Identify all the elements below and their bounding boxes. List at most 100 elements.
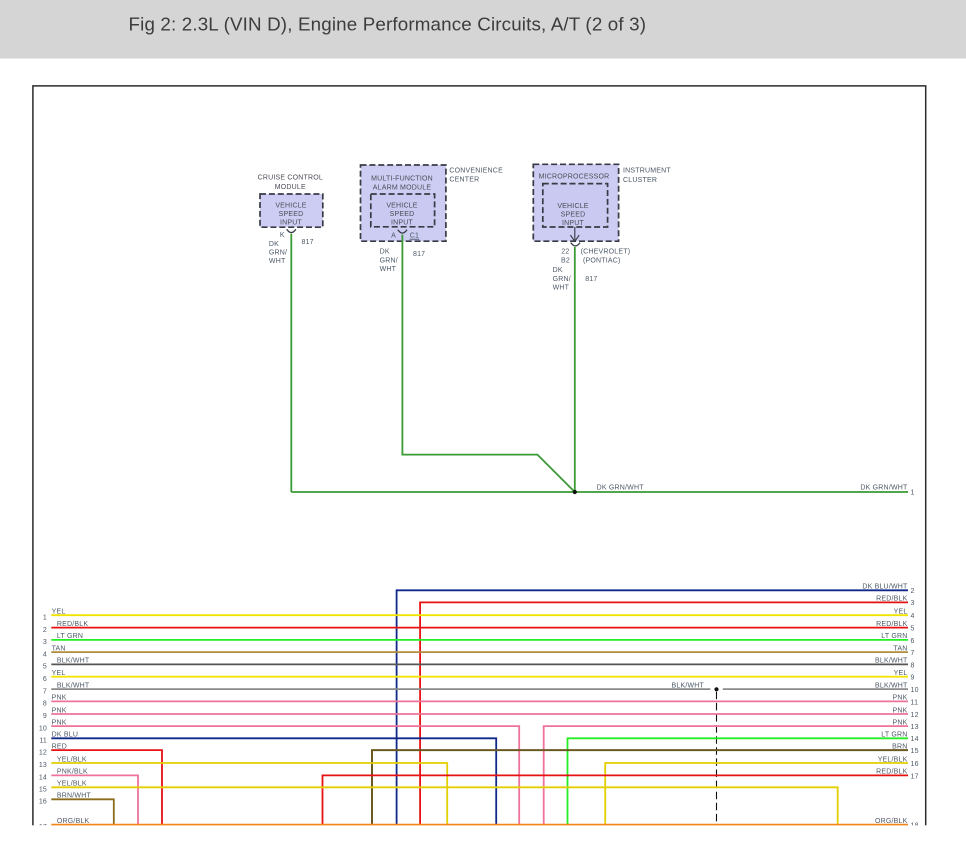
svg-text:PNK: PNK <box>52 707 67 714</box>
svg-text:RED: RED <box>52 743 67 750</box>
svg-text:BRN: BRN <box>892 743 907 750</box>
svg-text:LT GRN: LT GRN <box>881 633 907 640</box>
svg-text:LT GRN: LT GRN <box>881 732 907 739</box>
svg-text:4: 4 <box>911 613 915 620</box>
svg-text:BRN/WHT: BRN/WHT <box>57 793 92 800</box>
svg-text:SPEED: SPEED <box>390 211 415 218</box>
svg-text:MULTI-FUNCTION: MULTI-FUNCTION <box>371 176 433 183</box>
svg-text:PNK: PNK <box>52 719 67 726</box>
svg-text:BLK/WHT: BLK/WHT <box>875 658 908 665</box>
svg-text:DK: DK <box>380 249 390 256</box>
svg-text:VEHICLE: VEHICLE <box>275 203 306 210</box>
svg-text:16: 16 <box>39 799 47 806</box>
svg-text:BLK/WHT: BLK/WHT <box>672 683 705 690</box>
svg-text:CRUISE CONTROL: CRUISE CONTROL <box>258 175 323 182</box>
svg-text:7: 7 <box>911 650 915 657</box>
svg-text:GRN/: GRN/ <box>380 258 398 265</box>
svg-text:ORG/BLK: ORG/BLK <box>57 818 90 825</box>
svg-text:INPUT: INPUT <box>562 220 585 227</box>
svg-text:PNK: PNK <box>52 695 67 702</box>
svg-text:DK BLU: DK BLU <box>52 732 79 739</box>
svg-text:817: 817 <box>413 251 425 258</box>
svg-text:TAN: TAN <box>893 645 907 652</box>
svg-text:2: 2 <box>911 588 915 595</box>
svg-text:6: 6 <box>43 676 47 683</box>
svg-text:ALARM MODULE: ALARM MODULE <box>373 184 432 191</box>
svg-text:8: 8 <box>911 662 915 669</box>
svg-text:DK GRN/WHT: DK GRN/WHT <box>597 484 645 491</box>
svg-text:PNK: PNK <box>893 695 908 702</box>
svg-text:RED/BLK: RED/BLK <box>57 621 88 628</box>
svg-text:TAN: TAN <box>52 645 66 652</box>
svg-text:GRN/: GRN/ <box>269 249 287 256</box>
svg-text:13: 13 <box>911 724 919 731</box>
svg-text:B2: B2 <box>561 258 570 265</box>
svg-text:6: 6 <box>911 638 915 645</box>
svg-text:PNK: PNK <box>893 707 908 714</box>
svg-text:10: 10 <box>911 687 919 694</box>
svg-text:BLK/WHT: BLK/WHT <box>57 682 90 689</box>
svg-text:PNK/BLK: PNK/BLK <box>57 769 88 776</box>
svg-text:SPEED: SPEED <box>561 212 586 219</box>
svg-text:WHT: WHT <box>380 266 397 273</box>
svg-text:GRN/: GRN/ <box>553 276 571 283</box>
svg-text:INPUT: INPUT <box>391 220 414 227</box>
svg-text:YEL/BLK: YEL/BLK <box>57 756 87 763</box>
svg-text:22: 22 <box>561 249 569 256</box>
svg-text:11: 11 <box>911 699 919 706</box>
svg-text:CLUSTER: CLUSTER <box>623 177 657 184</box>
svg-text:1: 1 <box>43 614 47 621</box>
svg-text:3: 3 <box>43 639 47 646</box>
svg-text:RED/BLK: RED/BLK <box>876 769 907 776</box>
svg-text:A: A <box>391 233 396 240</box>
svg-text:817: 817 <box>585 276 597 283</box>
svg-text:LT GRN: LT GRN <box>57 633 83 640</box>
svg-text:4: 4 <box>43 651 47 658</box>
svg-text:15: 15 <box>911 748 919 755</box>
svg-text:VEHICLE: VEHICLE <box>386 203 417 210</box>
svg-text:5: 5 <box>43 664 47 671</box>
svg-text:7: 7 <box>43 688 47 695</box>
svg-text:1: 1 <box>911 489 915 496</box>
svg-text:YEL: YEL <box>894 670 908 677</box>
svg-text:8: 8 <box>43 701 47 708</box>
svg-text:INSTRUMENT: INSTRUMENT <box>623 168 671 175</box>
svg-text:12: 12 <box>911 712 919 719</box>
svg-text:ORG/BLK: ORG/BLK <box>875 818 908 825</box>
svg-text:YEL/BLK: YEL/BLK <box>57 781 87 788</box>
svg-text:BLK/WHT: BLK/WHT <box>875 682 908 689</box>
svg-text:11: 11 <box>39 738 47 745</box>
svg-text:14: 14 <box>39 775 47 782</box>
svg-text:MICROPROCESSOR: MICROPROCESSOR <box>539 173 610 180</box>
svg-text:(CHEVROLET): (CHEVROLET) <box>581 249 631 256</box>
svg-text:YEL: YEL <box>52 670 66 677</box>
svg-text:RED/BLK: RED/BLK <box>876 596 907 603</box>
svg-text:(PONTIAC): (PONTIAC) <box>583 258 621 265</box>
svg-text:9: 9 <box>911 675 915 682</box>
svg-text:MODULE: MODULE <box>275 184 306 191</box>
svg-text:K: K <box>280 232 285 239</box>
svg-text:RED/BLK: RED/BLK <box>876 621 907 628</box>
svg-text:YEL: YEL <box>52 609 66 616</box>
svg-text:WHT: WHT <box>269 258 286 265</box>
svg-text:13: 13 <box>39 762 47 769</box>
svg-text:12: 12 <box>39 749 47 756</box>
svg-text:10: 10 <box>39 725 47 732</box>
svg-text:2: 2 <box>43 627 47 634</box>
svg-text:DK GRN/WHT: DK GRN/WHT <box>860 484 908 491</box>
svg-text:INPUT: INPUT <box>280 220 303 227</box>
svg-text:DK: DK <box>553 267 563 274</box>
svg-text:PNK: PNK <box>893 719 908 726</box>
svg-text:15: 15 <box>39 787 47 794</box>
svg-text:SPEED: SPEED <box>279 211 304 218</box>
svg-text:C1: C1 <box>410 233 419 240</box>
svg-text:17: 17 <box>911 773 919 780</box>
svg-text:CENTER: CENTER <box>449 176 479 183</box>
svg-text:16: 16 <box>911 761 919 768</box>
svg-text:DK BLU/WHT: DK BLU/WHT <box>862 584 908 591</box>
svg-text:DK: DK <box>269 241 279 248</box>
svg-text:CONVENIENCE: CONVENIENCE <box>449 168 503 175</box>
svg-text:Fig 2: 2.3L (VIN D), Engine Pe: Fig 2: 2.3L (VIN D), Engine Performance … <box>129 13 647 34</box>
svg-text:YEL: YEL <box>894 609 908 616</box>
svg-text:817: 817 <box>302 239 314 246</box>
